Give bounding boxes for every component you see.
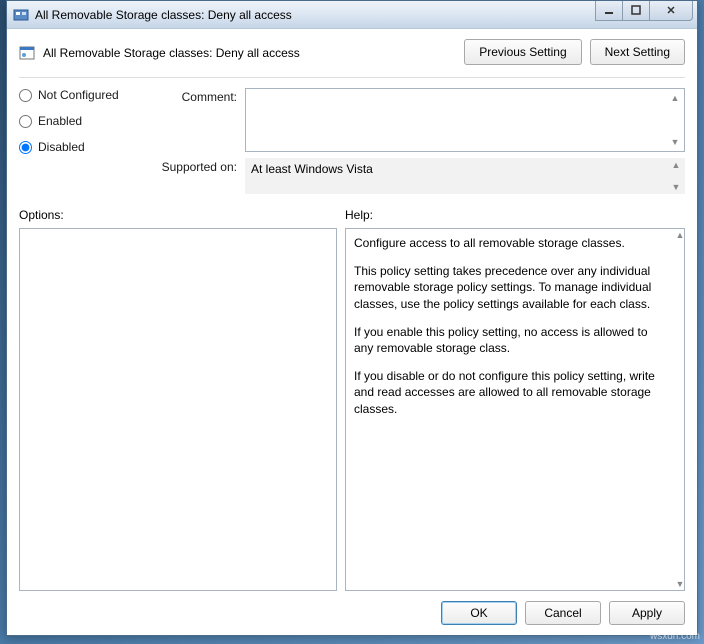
radio-enabled-label: Enabled <box>38 114 82 128</box>
footer: OK Cancel Apply <box>19 591 685 625</box>
window-title: All Removable Storage classes: Deny all … <box>35 8 595 22</box>
client-area: All Removable Storage classes: Deny all … <box>7 29 697 635</box>
titlebar[interactable]: All Removable Storage classes: Deny all … <box>7 1 697 29</box>
close-button[interactable] <box>649 1 693 21</box>
scroll-up-icon[interactable]: ▲ <box>673 228 687 242</box>
supported-on-value: At least Windows Vista <box>251 162 373 176</box>
radio-disabled[interactable]: Disabled <box>19 140 159 154</box>
policy-icon <box>19 45 35 61</box>
help-label: Help: <box>345 208 373 222</box>
fields: Comment: ▲ ▼ Supported on: At least Wind… <box>159 88 685 194</box>
help-scrollbar[interactable]: ▲ ▼ <box>673 228 687 591</box>
watermark: wsxdn.com <box>650 631 700 642</box>
comment-scrollbar[interactable]: ▲ ▼ <box>668 91 682 149</box>
help-pane: Configure access to all removable storag… <box>345 228 685 591</box>
radio-enabled-input[interactable] <box>19 115 32 128</box>
separator <box>19 77 685 78</box>
previous-setting-button[interactable]: Previous Setting <box>464 39 581 65</box>
help-p4: If you disable or do not configure this … <box>354 368 664 417</box>
help-text: Configure access to all removable storag… <box>354 235 664 584</box>
supported-scrollbar[interactable]: ▲ ▼ <box>669 158 683 194</box>
help-p3: If you enable this policy setting, no ac… <box>354 324 664 356</box>
cancel-button[interactable]: Cancel <box>525 601 601 625</box>
config-row: Not Configured Enabled Disabled Comment: <box>19 88 685 194</box>
radio-disabled-label: Disabled <box>38 140 85 154</box>
comment-input[interactable]: ▲ ▼ <box>245 88 685 152</box>
radio-not-configured[interactable]: Not Configured <box>19 88 159 102</box>
maximize-button[interactable] <box>622 1 650 21</box>
scroll-down-icon[interactable]: ▼ <box>673 577 687 591</box>
header-row: All Removable Storage classes: Deny all … <box>19 39 685 65</box>
scroll-up-icon[interactable]: ▲ <box>668 91 682 105</box>
radio-not-configured-input[interactable] <box>19 89 32 102</box>
policy-title: All Removable Storage classes: Deny all … <box>43 46 300 60</box>
radio-disabled-input[interactable] <box>19 141 32 154</box>
supported-on-box: At least Windows Vista ▲ ▼ <box>245 158 685 194</box>
help-p2: This policy setting takes precedence ove… <box>354 263 664 312</box>
state-radios: Not Configured Enabled Disabled <box>19 88 159 194</box>
options-label: Options: <box>19 208 345 222</box>
panes: Configure access to all removable storag… <box>19 228 685 591</box>
scroll-down-icon[interactable]: ▼ <box>668 135 682 149</box>
options-pane <box>19 228 337 591</box>
app-icon <box>13 7 29 23</box>
supported-label: Supported on: <box>159 158 245 174</box>
window-controls <box>595 1 697 21</box>
help-p1: Configure access to all removable storag… <box>354 235 664 251</box>
scroll-up-icon[interactable]: ▲ <box>669 158 683 172</box>
radio-enabled[interactable]: Enabled <box>19 114 159 128</box>
ok-button[interactable]: OK <box>441 601 517 625</box>
panes-header: Options: Help: <box>19 208 685 222</box>
minimize-button[interactable] <box>595 1 623 21</box>
apply-button[interactable]: Apply <box>609 601 685 625</box>
dialog-window: All Removable Storage classes: Deny all … <box>6 0 698 636</box>
scroll-down-icon[interactable]: ▼ <box>669 180 683 194</box>
next-setting-button[interactable]: Next Setting <box>590 39 685 65</box>
comment-label: Comment: <box>159 88 245 104</box>
radio-not-configured-label: Not Configured <box>38 88 119 102</box>
